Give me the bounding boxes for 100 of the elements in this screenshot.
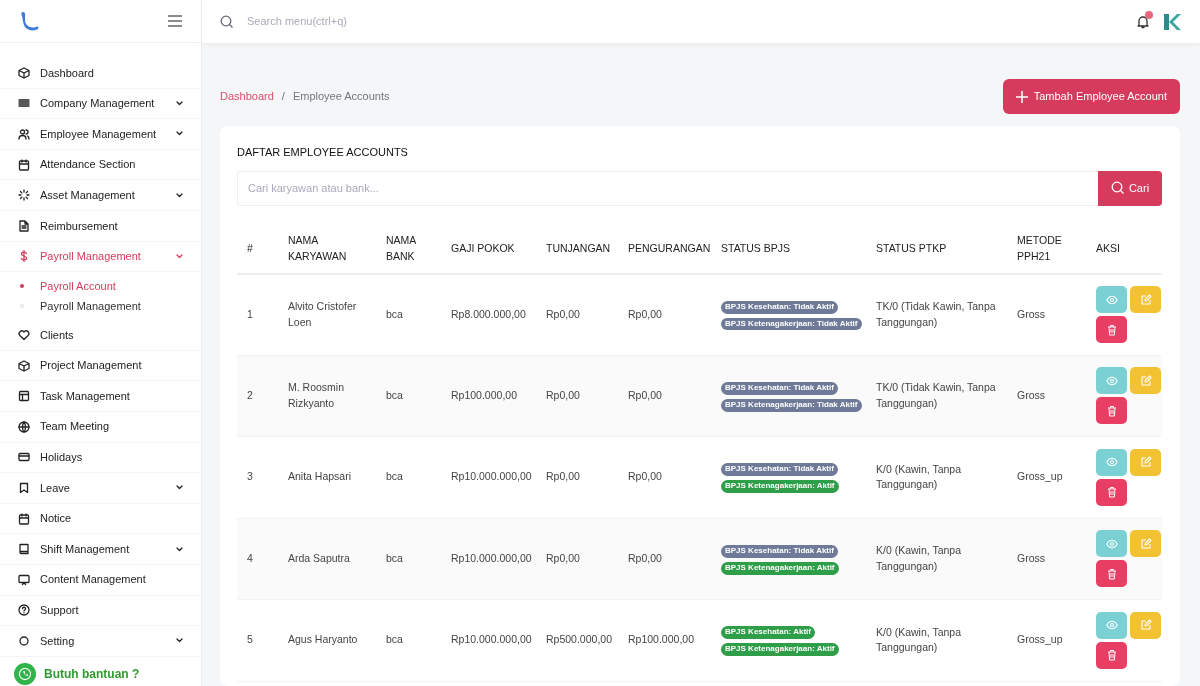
status-pill: BPJS Kesehatan: Tidak Aktif	[721, 300, 838, 314]
table-cell: 4	[247, 551, 253, 564]
bullet-icon	[20, 284, 24, 289]
delete-button[interactable]	[1096, 560, 1127, 588]
table-cell: M. Roosmin Rizkyanto	[288, 381, 344, 409]
table-cell: Rp500.000,00	[546, 633, 612, 646]
sidebar-item[interactable]: Dashboard	[0, 58, 201, 89]
table-cell: bca	[386, 307, 403, 320]
bell-icon[interactable]	[1137, 14, 1149, 29]
eye-icon	[1105, 538, 1118, 549]
sidebar-item[interactable]: Reimbursement	[0, 210, 201, 242]
table-cell: bca	[386, 633, 403, 646]
table-cell: bca	[386, 551, 403, 564]
table-cell: Gross_up	[1017, 633, 1063, 646]
menu-icon[interactable]	[167, 15, 183, 27]
table-cell: Rp10.000.000,00	[451, 633, 532, 646]
table-cell: Rp0,00	[546, 551, 580, 564]
view-button[interactable]	[1096, 286, 1127, 313]
eye-icon	[1105, 375, 1118, 386]
dollar-icon	[18, 250, 30, 263]
edit-button[interactable]	[1130, 611, 1161, 639]
submenu-item[interactable]: Payroll Management	[0, 296, 201, 317]
sidebar-item[interactable]: Leave	[0, 473, 201, 504]
table-cell: Rp10.000.000,00	[451, 470, 532, 483]
table-cell: Rp8.000.000,00	[451, 307, 526, 320]
trash-icon	[1106, 486, 1117, 499]
table-cell: Rp0,00	[628, 388, 662, 401]
eye-icon	[1105, 620, 1118, 631]
table-cell: Gross	[1017, 307, 1045, 320]
table-cell: TK/0 (Tidak Kawin, Tanpa Tanggungan)	[876, 381, 996, 409]
sidebar-item[interactable]: Team Meeting	[0, 411, 201, 443]
delete-button[interactable]	[1096, 397, 1127, 425]
breadcrumb-separator: /	[281, 89, 285, 105]
view-button[interactable]	[1096, 530, 1127, 558]
search-field[interactable]: Cari karyawan atau bank...	[237, 170, 1098, 206]
table-cell: Gross	[1017, 388, 1045, 401]
submenu-item[interactable]: Payroll Account	[0, 276, 201, 297]
edit-button[interactable]	[1130, 448, 1161, 476]
add-account-button[interactable]: Tambah Employee Account	[1002, 79, 1180, 114]
edit-icon	[1139, 293, 1152, 306]
calendar-icon	[18, 158, 30, 171]
table-cell: Rp0,00	[628, 551, 662, 564]
sidebar-item[interactable]: Asset Management	[0, 180, 201, 211]
column-header: NAMA BANK	[376, 225, 441, 274]
table-cell: Rp100.000,00	[628, 633, 694, 646]
users-icon	[18, 128, 30, 140]
edit-button[interactable]	[1130, 367, 1161, 395]
column-header: PENGURANGAN	[618, 225, 711, 274]
table-cell: Rp10.000.000,00	[451, 551, 532, 564]
table-cell: 1	[247, 307, 253, 320]
sidebar-item[interactable]: Notice	[0, 503, 201, 535]
delete-button[interactable]	[1096, 641, 1127, 669]
eye-icon	[1105, 457, 1118, 468]
sidebar-item[interactable]: Payroll Management	[0, 241, 201, 273]
table-cell: Rp0,00	[546, 470, 580, 483]
search-icon	[1110, 181, 1125, 195]
monitor-icon	[18, 573, 30, 586]
sidebar-item[interactable]: Attendance Section	[0, 149, 201, 181]
delete-button[interactable]	[1096, 316, 1127, 343]
sidebar-item[interactable]: Content Management	[0, 564, 201, 596]
edit-icon	[1139, 456, 1152, 469]
search-button[interactable]: Cari	[1098, 170, 1162, 206]
table-cell: Gross	[1017, 551, 1045, 564]
sidebar-item[interactable]: Support	[0, 595, 201, 627]
sidebar-item[interactable]: Shift Management	[0, 534, 201, 565]
sidebar-item[interactable]: Task Management	[0, 381, 201, 412]
search-icon	[220, 14, 234, 29]
view-button[interactable]	[1096, 367, 1127, 395]
sidebar-item[interactable]: Clients	[0, 320, 201, 351]
view-button[interactable]	[1096, 611, 1127, 639]
trash-icon	[1106, 649, 1117, 662]
bookmark-icon	[18, 481, 30, 494]
table-icon	[18, 390, 30, 403]
table-cell: Rp0,00	[546, 307, 580, 320]
sidebar-item[interactable]: Holidays	[0, 442, 201, 474]
plus-icon	[1015, 90, 1028, 103]
breadcrumb-link[interactable]: Dashboard	[220, 88, 274, 105]
table-cell: Rp0,00	[628, 470, 662, 483]
delete-button[interactable]	[1096, 478, 1127, 506]
column-header: #	[237, 225, 278, 274]
status-pill: BPJS Ketenagakerjaan: Aktif	[721, 480, 839, 494]
heart-icon	[18, 328, 30, 341]
table-cell: K/0 (Kawin, Tanpa Tanggungan)	[876, 462, 962, 491]
view-button[interactable]	[1096, 448, 1127, 476]
sidebar-item[interactable]: Company Management	[0, 88, 201, 120]
column-header: STATUS PTKP	[866, 225, 1007, 274]
card-icon	[18, 451, 30, 464]
sidebar-item[interactable]: Project Management	[0, 350, 201, 382]
sidebar-item[interactable]: Employee Management	[0, 119, 201, 150]
calendar-icon	[18, 512, 30, 525]
sidebar-item[interactable]: Setting	[0, 626, 201, 657]
column-header: TUNJANGAN	[536, 225, 618, 274]
edit-icon	[1139, 374, 1152, 387]
edit-button[interactable]	[1130, 530, 1161, 558]
status-pill: BPJS Ketenagakerjaan: Tidak Aktif	[721, 398, 862, 412]
table-cell: bca	[386, 470, 403, 483]
column-header: NAMA KARYAWAN	[278, 225, 376, 274]
breadcrumb-current: Employee Accounts	[292, 89, 390, 105]
globe-icon	[18, 420, 30, 433]
book-icon	[18, 543, 30, 556]
